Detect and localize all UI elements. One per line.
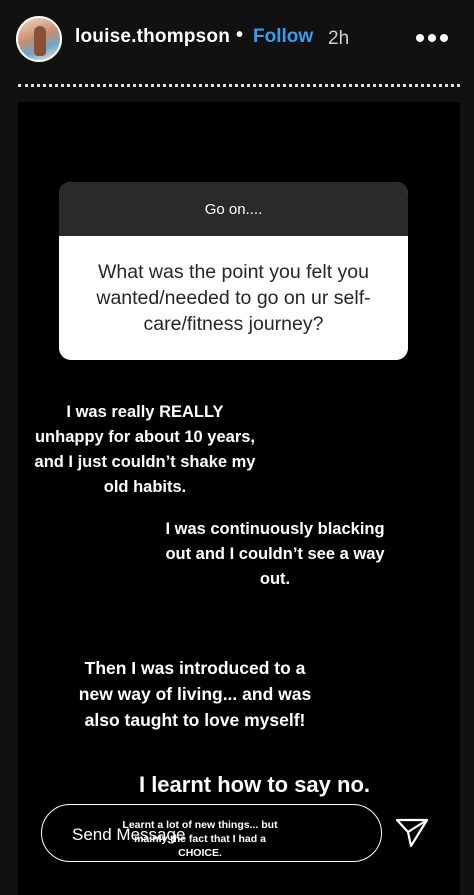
story-caption: Then I was introduced to a new way of li… <box>78 658 312 730</box>
username[interactable]: louise.thompson <box>75 26 230 48</box>
story-viewer: louise.thompson • Follow 2h Go on.... Wh… <box>0 0 474 895</box>
post-time: 2h <box>328 28 350 49</box>
story-caption: I was really REALLY unhappy for about 10… <box>34 403 256 496</box>
story-caption: Learnt a lot of new things... but mainly… <box>122 819 278 859</box>
follow-button[interactable]: Follow <box>253 26 313 48</box>
more-options-icon[interactable] <box>416 34 448 42</box>
question-sticker: Go on.... What was the point you felt yo… <box>59 182 408 360</box>
story-header: louise.thompson • Follow 2h <box>0 0 474 80</box>
separator-dot: • <box>236 24 244 46</box>
avatar[interactable] <box>16 16 62 62</box>
question-text: What was the point you felt you wanted/n… <box>96 261 371 335</box>
story-progress-bar <box>18 84 460 87</box>
paper-plane-icon[interactable] <box>394 815 430 851</box>
story-caption: I learnt how to say no. <box>138 772 371 797</box>
story-caption: I was continuously blacking out and I co… <box>165 520 385 588</box>
question-prompt: Go on.... <box>59 182 408 236</box>
